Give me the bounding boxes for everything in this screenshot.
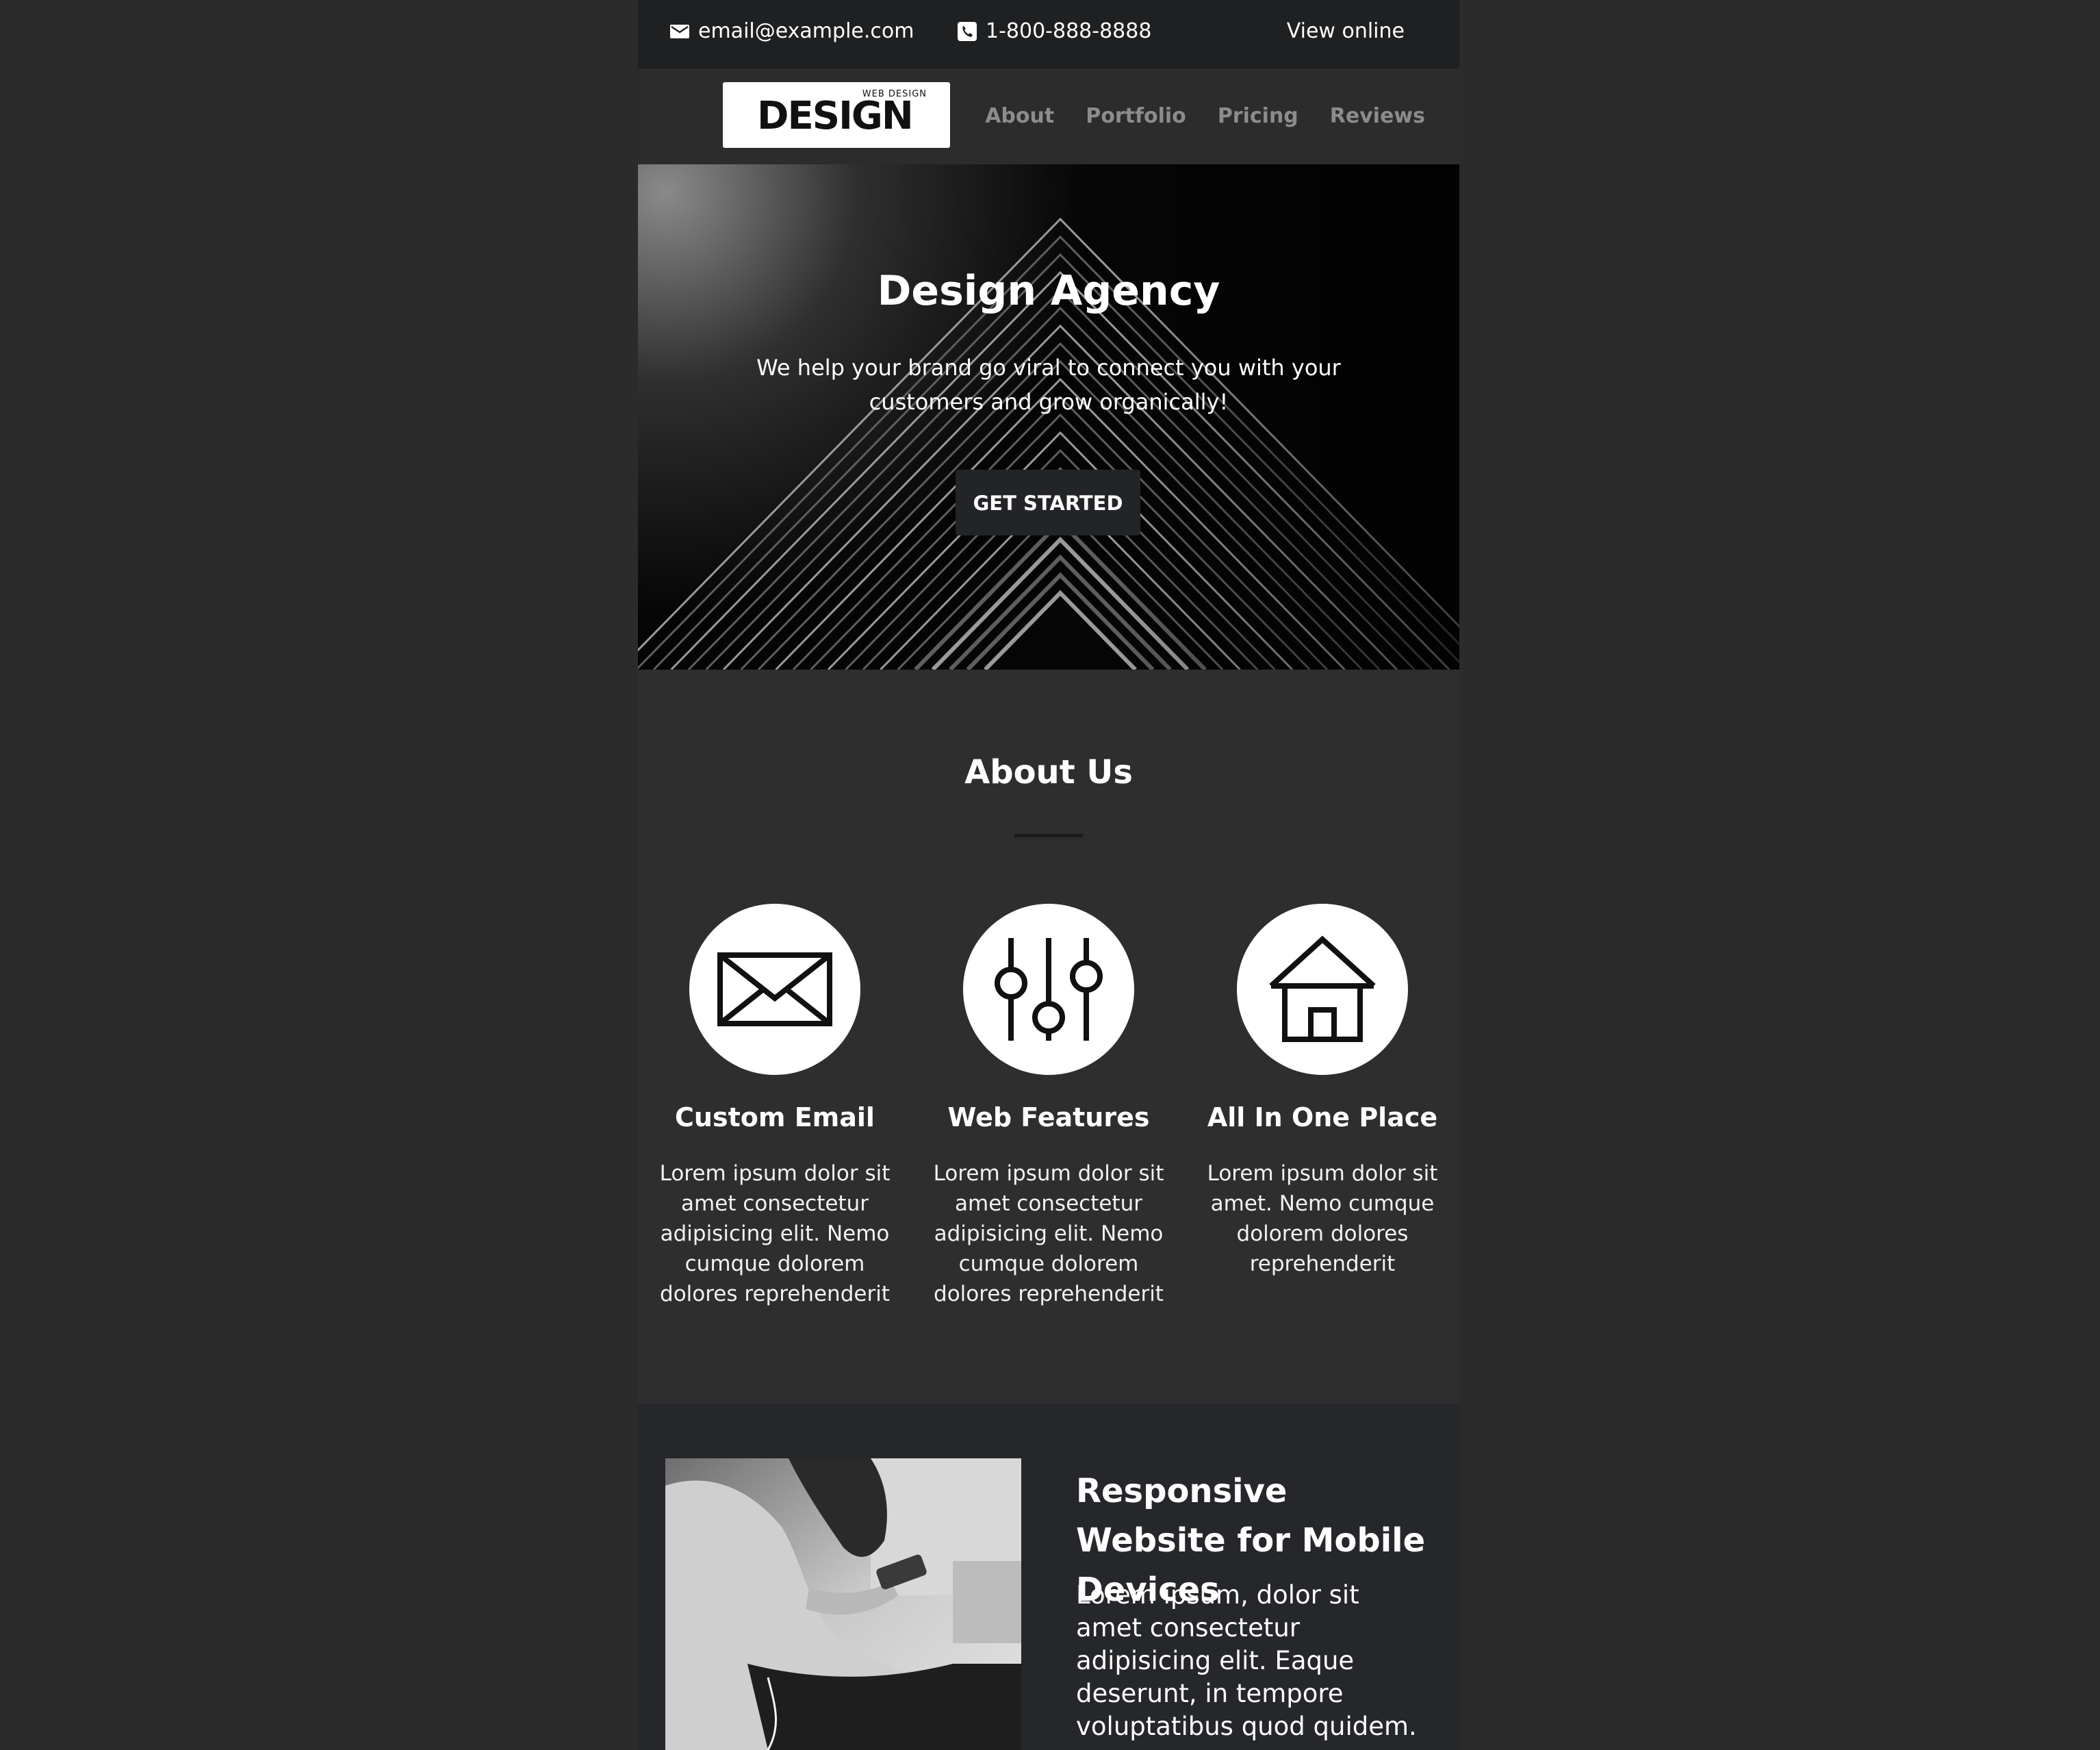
contact-email[interactable]: email@example.com (669, 19, 914, 43)
feature-title: All In One Place (1207, 1102, 1438, 1132)
hero-title: Design Agency (877, 267, 1220, 315)
contact-phone[interactable]: 1-800-888-8888 (957, 19, 1151, 43)
mail-icon (670, 24, 689, 38)
phone-icon (958, 21, 977, 41)
responsive-text: Lorem ipsum, dolor sit amet consectetur … (1076, 1580, 1417, 1741)
about-section: About Us Custom Email Lorem ipsum dolor … (638, 670, 1459, 1404)
nav-item-about[interactable]: About (985, 104, 1054, 128)
view-online-link[interactable]: View online (1287, 19, 1405, 43)
feature-icon-circle (689, 904, 860, 1075)
hero-subtitle: We help your brand go viral to connect y… (756, 355, 1341, 415)
get-started-button[interactable]: GET STARTED (956, 470, 1140, 535)
hero-banner: Design Agency We help your brand go vira… (638, 164, 1459, 670)
nav-item-reviews[interactable]: Reviews (1330, 104, 1425, 128)
feature-title: Web Features (947, 1102, 1150, 1132)
feature-all-in-one-place: All In One Place Lorem ipsum dolor sit a… (1206, 904, 1439, 1279)
navbar: WEB DESIGN DESIGN About Portfolio Pricin… (638, 68, 1459, 164)
feature-custom-email: Custom Email Lorem ipsum dolor sit amet … (658, 904, 891, 1309)
sliders-icon (995, 938, 1103, 1041)
nav-links: About Portfolio Pricing Reviews (985, 104, 1425, 128)
logo-text: DESIGN (757, 94, 914, 138)
woman-with-phone-photo (665, 1458, 1021, 1750)
responsive-section: Responsive Website for Mobile Devices Lo… (638, 1404, 1459, 1750)
feature-icon-circle (1237, 904, 1408, 1075)
nav-item-pricing[interactable]: Pricing (1218, 104, 1298, 128)
feature-text: Lorem ipsum dolor sit amet consectetur a… (933, 1161, 1164, 1306)
feature-web-features: Web Features Lorem ipsum dolor sit amet … (932, 904, 1165, 1309)
envelope-icon (717, 952, 832, 1026)
feature-title: Custom Email (675, 1102, 875, 1132)
house-icon (1269, 935, 1376, 1042)
contact-phone-text: 1-800-888-8888 (986, 19, 1152, 43)
feature-icon-circle (963, 904, 1134, 1075)
contact-email-text: email@example.com (698, 19, 914, 43)
email-container: email@example.com 1-800-888-8888 View on… (638, 0, 1459, 1750)
logo[interactable]: WEB DESIGN DESIGN (723, 82, 950, 148)
top-contact-bar: email@example.com 1-800-888-8888 View on… (638, 0, 1459, 68)
nav-item-portfolio[interactable]: Portfolio (1086, 104, 1186, 128)
feature-text: Lorem ipsum dolor sit amet. Nemo cumque … (1207, 1161, 1438, 1276)
about-title: About Us (964, 753, 1133, 791)
feature-text: Lorem ipsum dolor sit amet consectetur a… (659, 1161, 891, 1306)
section-divider (1014, 834, 1083, 837)
